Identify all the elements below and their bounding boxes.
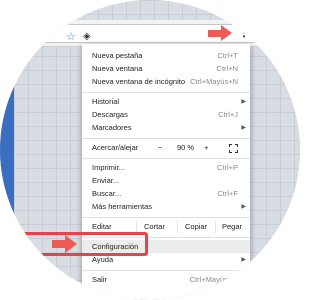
- zoom-out-button[interactable]: −: [158, 142, 162, 154]
- menu-item-exit[interactable]: Salir Ctrl+Mayús+Q: [82, 274, 250, 286]
- fullscreen-icon[interactable]: [229, 144, 238, 153]
- menu-divider: [177, 221, 178, 233]
- menu-item-downloads[interactable]: Descargas Ctrl+J: [82, 109, 250, 121]
- copy-button[interactable]: Copiar: [185, 221, 207, 233]
- paste-button[interactable]: Pegar: [222, 221, 242, 233]
- menu-item-shortcut: Ctrl+Mayús+Q: [189, 275, 238, 284]
- menu-item-label: Salir: [92, 275, 108, 284]
- menu-item-shortcut: Ctrl+J: [218, 110, 238, 119]
- chevron-right-icon: ▶: [241, 99, 246, 105]
- menu-item-shortcut: Ctrl+N: [216, 64, 238, 73]
- background-blue-strip: [0, 80, 14, 250]
- menu-item-new-window[interactable]: Nueva ventana Ctrl+N: [82, 63, 250, 75]
- menu-item-history[interactable]: Historial ▶: [82, 96, 250, 108]
- browser-toolbar: ☆ ◈ ⋮: [0, 20, 300, 47]
- menu-item-shortcut: Ctrl+P: [216, 163, 238, 172]
- menu-item-more-tools[interactable]: Más herramientas ▶: [82, 201, 250, 213]
- menu-item-label: Buscar...: [92, 189, 122, 198]
- menu-item-send[interactable]: Enviar...: [82, 175, 250, 187]
- menu-item-new-tab[interactable]: Nueva pestaña Ctrl+T: [82, 50, 250, 62]
- menu-item-shortcut: Ctrl+Mayús+N: [190, 77, 238, 86]
- menu-item-print[interactable]: Imprimir... Ctrl+P: [82, 162, 250, 174]
- menu-zoom-row: Acercar/alejar − 90 % +: [82, 142, 250, 154]
- vertical-dots-icon[interactable]: ⋮: [236, 22, 252, 42]
- chrome-menu: Nueva pestaña Ctrl+T Nueva ventana Ctrl+…: [82, 44, 250, 300]
- menu-item-label: Más herramientas: [92, 202, 153, 211]
- menu-item-shortcut: Ctrl+F: [217, 189, 238, 198]
- menu-item-find[interactable]: Buscar... Ctrl+F: [82, 188, 250, 200]
- menu-item-incognito[interactable]: Nueva ventana de incógnito Ctrl+Mayús+N: [82, 76, 250, 88]
- chevron-right-icon: ▶: [241, 204, 246, 210]
- menu-item-label: Nueva pestaña: [92, 51, 143, 60]
- menu-item-label: Nueva ventana de incógnito: [92, 77, 185, 86]
- chevron-right-icon: ▶: [241, 257, 246, 263]
- menu-separator: [82, 138, 250, 139]
- menu-item-label: Imprimir...: [92, 163, 125, 172]
- settings-callout-box: [12, 232, 148, 256]
- zoom-label: Acercar/alejar: [92, 143, 139, 152]
- menu-separator: [82, 217, 250, 218]
- menu-item-label: Descargas: [92, 110, 128, 119]
- zoom-in-button[interactable]: +: [204, 142, 208, 154]
- bookmark-star-icon[interactable]: ☆: [66, 29, 76, 46]
- menu-item-label: Enviar...: [92, 176, 120, 185]
- zoom-level: 90 %: [177, 143, 195, 152]
- menu-divider: [215, 221, 216, 233]
- chevron-right-icon: ▶: [241, 125, 246, 131]
- menu-item-bookmarks[interactable]: Marcadores ▶: [82, 122, 250, 134]
- screenshot-circle-frame: ☆ ◈ ⋮ Nueva pestaña Ctrl+T Nueva ventana…: [0, 0, 300, 300]
- menu-item-label: Nueva ventana: [92, 64, 143, 73]
- menu-item-label: Historial: [92, 97, 120, 106]
- menu-item-shortcut: Ctrl+T: [217, 51, 238, 60]
- cut-button[interactable]: Cortar: [144, 221, 165, 233]
- menu-separator: [82, 92, 250, 93]
- menu-item-label: Marcadores: [92, 123, 132, 132]
- menu-separator: [82, 158, 250, 159]
- menu-separator: [82, 270, 250, 271]
